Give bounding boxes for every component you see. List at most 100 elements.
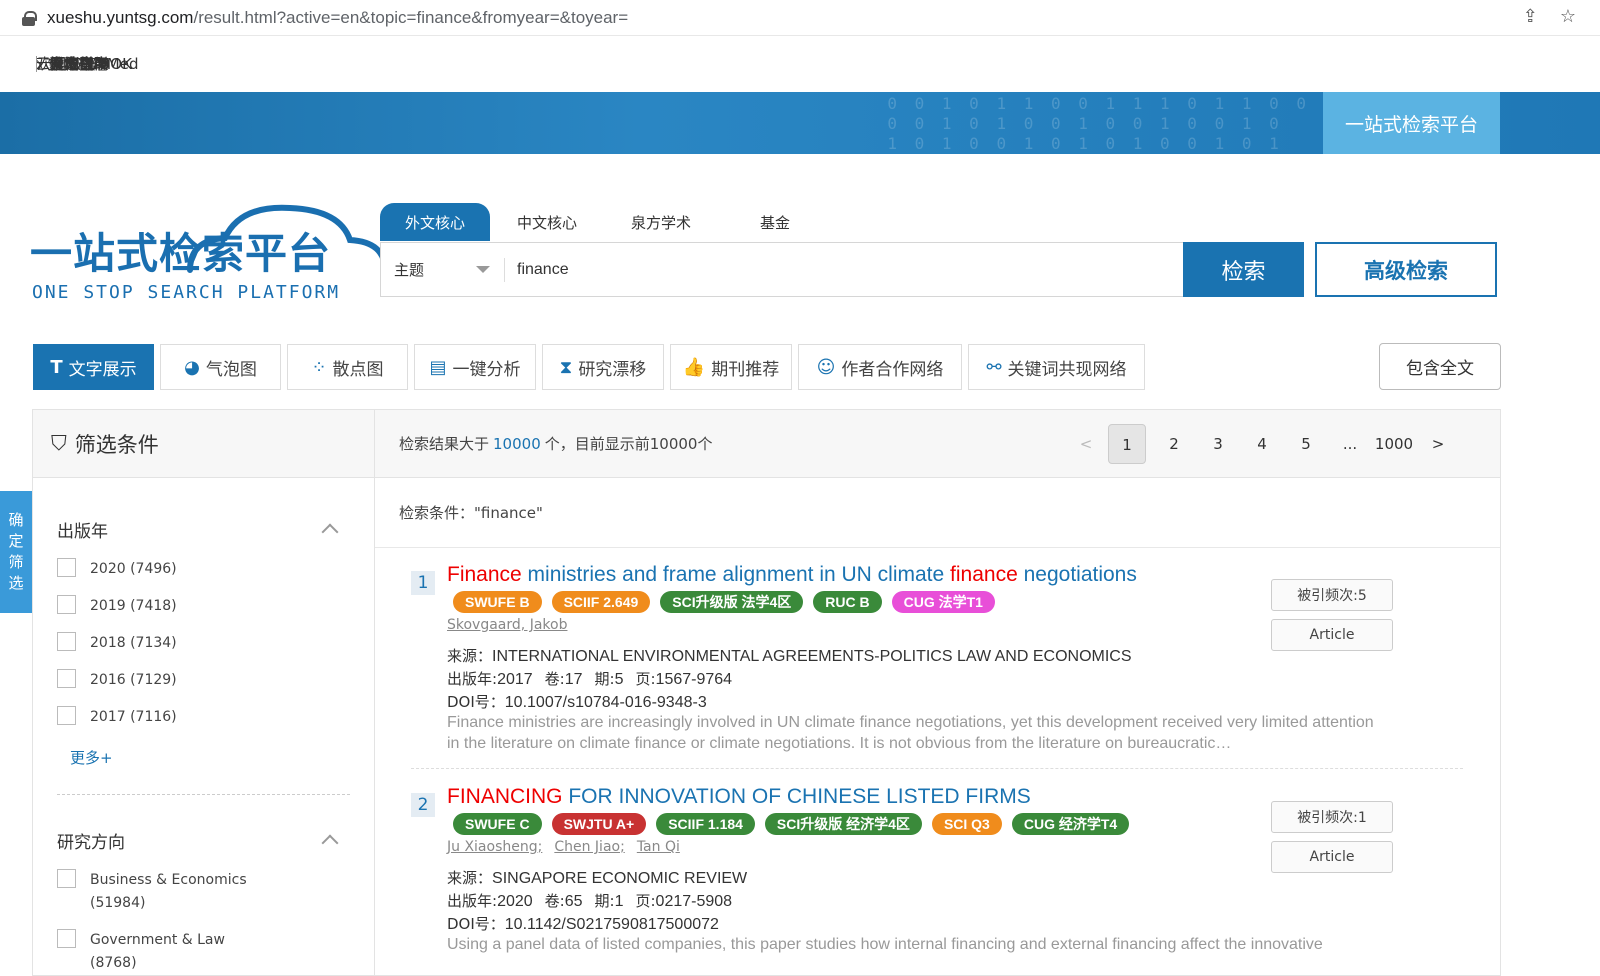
- journal-badge[interactable]: SCI升级版 经济学4区: [764, 813, 922, 835]
- filter-option[interactable]: 2020 (7496): [57, 558, 350, 581]
- title-part: ministries and frame alignment in UN cli…: [521, 563, 951, 586]
- journal-badge[interactable]: SCI Q3: [931, 813, 1002, 835]
- chevron-up-icon[interactable]: [321, 834, 339, 852]
- fulltext-button[interactable]: 包含全文: [1379, 343, 1501, 390]
- tab-db[interactable]: 外文核心: [380, 203, 490, 241]
- advanced-search-button[interactable]: 高级检索: [1315, 242, 1497, 297]
- journal-badge[interactable]: SWUFE B: [453, 591, 542, 613]
- doi-label: DOI号：: [447, 915, 505, 933]
- view-button[interactable]: ⁘ 散点图: [287, 344, 408, 390]
- filter-option[interactable]: 2016 (7129): [57, 669, 350, 692]
- view-button[interactable]: ▤ 一键分析: [414, 344, 536, 390]
- checkbox[interactable]: [57, 632, 76, 651]
- filter-group-title[interactable]: 研究方向: [57, 825, 350, 855]
- citation-count-button[interactable]: 被引频次:5: [1271, 579, 1393, 611]
- site-logo[interactable]: 一站式检索平台 ONE STOP SEARCH PLATFORM: [30, 200, 388, 310]
- issue-label: 期:: [594, 892, 615, 910]
- checkbox[interactable]: [57, 869, 76, 888]
- author-link[interactable]: Tan Qi: [637, 839, 680, 855]
- view-label: 散点图: [332, 359, 384, 380]
- author-link[interactable]: Chen Jiao;: [554, 839, 624, 855]
- journal-badges: SWUFE B SCIIF 2.649 SCI升级版 法学4区 RUC B CUG 法学…: [453, 591, 995, 613]
- url-text[interactable]: xueshu.yuntsg.com/result.html?active=en&…: [47, 8, 628, 28]
- article-type-button[interactable]: Article: [1271, 619, 1393, 651]
- page-value: 1567-9764: [655, 671, 733, 688]
- filter-option-label: 2020 (7496): [90, 561, 177, 577]
- checkbox[interactable]: [57, 595, 76, 614]
- checkbox[interactable]: [57, 558, 76, 577]
- year-value: 2017: [497, 671, 533, 688]
- tab-db[interactable]: 基金: [718, 203, 832, 241]
- author-link[interactable]: Ju Xiaosheng;: [447, 839, 542, 855]
- view-button[interactable]: T 文字展示: [33, 344, 154, 390]
- page-link[interactable]: 5: [1284, 424, 1328, 464]
- year-value: 2020: [497, 893, 533, 910]
- view-icon: ▤: [429, 356, 447, 378]
- title-part: FINANCING: [447, 785, 563, 808]
- filter-option[interactable]: 2018 (7134): [57, 632, 350, 655]
- page-link[interactable]: >: [1416, 424, 1460, 464]
- tab-db[interactable]: 泉方学术: [604, 203, 718, 241]
- confirm-filter-tab[interactable]: 确定筛选: [0, 491, 32, 613]
- search-input[interactable]: [505, 260, 1145, 279]
- lock-icon[interactable]: [22, 10, 37, 26]
- journal-badge[interactable]: SCIIF 1.184: [656, 813, 755, 835]
- top-banner: 0 0 1 0 1 1 0 0 1 1 1 0 1 1 0 0 0 0 1 0 …: [0, 92, 1600, 154]
- tab-db[interactable]: 中文核心: [490, 203, 604, 241]
- journal-badge[interactable]: SCIIF 2.649: [551, 591, 651, 613]
- filter-option[interactable]: 2017 (7116): [57, 706, 350, 729]
- field-filter-label: 研究方向: [57, 832, 125, 853]
- filter-option-label: Business & Economics (51984): [90, 872, 247, 911]
- view-button[interactable]: ◕ 气泡图: [160, 344, 281, 390]
- view-icon: ⁘: [311, 356, 327, 378]
- issue-value: 1: [614, 893, 624, 910]
- journal-badge[interactable]: RUC B: [813, 591, 882, 613]
- result-meta: DOI号：10.1142/S0217590817500072: [447, 913, 719, 934]
- page-link[interactable]: <: [1064, 424, 1108, 464]
- sidetab-char: 选: [8, 574, 24, 592]
- filter-option[interactable]: 2019 (7418): [57, 595, 350, 618]
- share-icon[interactable]: ⇪: [1523, 6, 1538, 27]
- checkbox[interactable]: [57, 706, 76, 725]
- checkbox[interactable]: [57, 929, 76, 948]
- journal-badge[interactable]: CUG 法学T1: [891, 591, 995, 613]
- page-link[interactable]: 3: [1196, 424, 1240, 464]
- filter-option-label: Government & Law (8768): [90, 932, 225, 971]
- page-link[interactable]: ...: [1328, 424, 1372, 464]
- chevron-up-icon[interactable]: [321, 523, 339, 541]
- page-link[interactable]: 4: [1240, 424, 1284, 464]
- platform-tab[interactable]: 一站式检索平台: [1323, 92, 1500, 154]
- view-button[interactable]: ☺ 作者合作网络: [798, 344, 962, 390]
- result-title-link[interactable]: Finance ministries and frame alignment i…: [447, 563, 1137, 587]
- search-button[interactable]: 检索: [1183, 242, 1304, 297]
- filter-option-label: 2017 (7116): [90, 709, 177, 725]
- search-db-tabs: 外文核心 中文核心 泉方学术 基金: [380, 203, 832, 241]
- view-button[interactable]: ⧗ 研究漂移: [542, 344, 664, 390]
- author-link[interactable]: Skovgaard, Jakob: [447, 617, 567, 633]
- result-title-link[interactable]: FINANCING FOR INNOVATION OF CHINESE LIST…: [447, 785, 1031, 809]
- page-link[interactable]: 1000: [1372, 424, 1416, 464]
- journal-badge[interactable]: CUG 经济学T4: [1011, 813, 1130, 835]
- site-link[interactable]: 投稿指南: [36, 56, 1088, 72]
- results-panel: 检索结果大于 10000 个，目前显示前10000个 <1 2 3 4 5... 1000…: [375, 409, 1501, 976]
- checkbox[interactable]: [57, 669, 76, 688]
- journal-badge[interactable]: SWUFE C: [453, 813, 542, 835]
- filter-option[interactable]: Business & Economics (51984): [57, 869, 350, 915]
- citation-count-button[interactable]: 被引频次:1: [1271, 801, 1393, 833]
- journal-badge[interactable]: SCI升级版 法学4区: [660, 591, 804, 613]
- page-link[interactable]: 2: [1152, 424, 1196, 464]
- url-path: /result.html?active=en&topic=finance&fro…: [193, 7, 629, 27]
- more-years-link[interactable]: 更多+: [70, 747, 350, 768]
- filter-group-title[interactable]: 出版年: [57, 514, 350, 544]
- article-type-button[interactable]: Article: [1271, 841, 1393, 873]
- bookmark-star-icon[interactable]: ☆: [1560, 6, 1576, 27]
- address-bar[interactable]: xueshu.yuntsg.com/result.html?active=en&…: [0, 0, 1600, 36]
- result-meta: 出版年:2020 卷:65 期:1 页:0217-5908: [447, 890, 732, 911]
- view-button[interactable]: 👍 期刊推荐: [670, 344, 792, 390]
- authors: Ju Xiaosheng; Chen Jiao; Tan Qi: [447, 839, 680, 855]
- filter-option[interactable]: Government & Law (8768): [57, 929, 350, 975]
- journal-badge[interactable]: SWJTU A+: [551, 813, 647, 835]
- field-select[interactable]: 主题: [381, 257, 505, 282]
- page-link[interactable]: 1: [1108, 424, 1146, 464]
- view-button[interactable]: ⚯ 关键词共现网络: [968, 344, 1145, 390]
